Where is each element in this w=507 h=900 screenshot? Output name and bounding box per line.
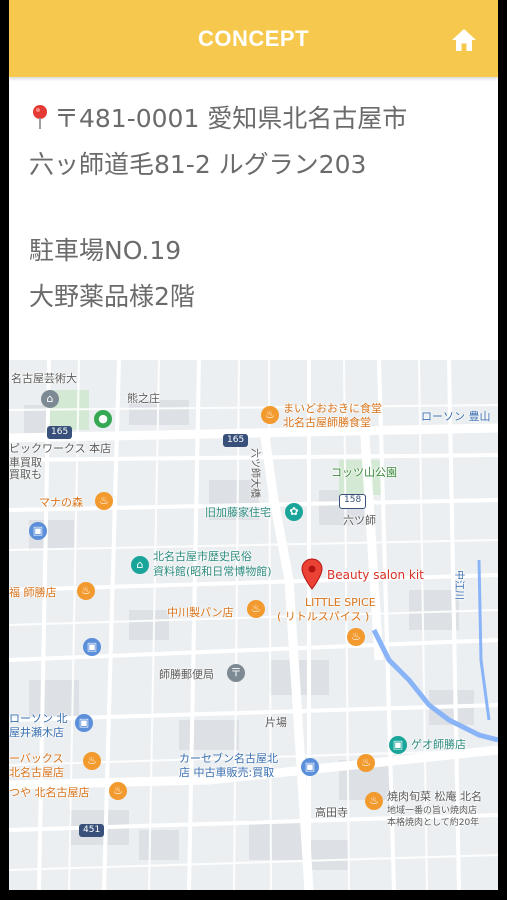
page-title: CONCEPT [197,26,310,51]
restaurant-icon[interactable]: ♨ [357,754,375,772]
shopping-bag-icon[interactable]: ▣ [29,522,47,540]
restaurant-icon[interactable]: ♨ [365,792,383,810]
map-pin-icon [29,100,51,129]
restaurant-icon[interactable]: ♨ [83,752,101,770]
map-label-spice-1: LITTLE SPICE [305,596,376,609]
app-screen: CONCEPT 〒481-0001 愛知県北名古屋市 六ッ師道毛81-2 ルグラ… [9,0,498,890]
map-label-yakiniku-3: 本格焼肉として約20年 [387,818,480,828]
map-label-mana: マナの森 [39,496,83,509]
red-map-marker-icon[interactable] [301,558,323,590]
route-shield-158: 158 [339,494,367,509]
map-label-yakiniku-1: 焼肉旬菜 松庵 北名 [387,790,482,803]
map-label-carseven-2: 店 中古車販売:買取 [179,766,275,779]
map-label-salon[interactable]: Beauty salon kit [327,568,424,582]
map-label-shikatsu-store: 福 師勝店 [9,586,57,599]
address-line-1: 〒481-0001 愛知県北名古屋市 [54,104,408,133]
app-header: CONCEPT [9,0,498,77]
map-label-takadaji: 高田寺 [315,806,348,819]
shopping-bag-icon[interactable]: ▣ [83,638,101,656]
restaurant-icon[interactable]: ♨ [109,782,127,800]
map-label-river: 中江川 [453,570,464,600]
map-label-rokutsushi: 六ツ師 [343,514,376,527]
map-label-post: 師勝郵便局 [159,668,214,681]
map-label-nakagawa: 中川製パン店 [167,606,234,619]
map-label-road: 六ツ師大橋 [249,448,260,498]
map-label-tsuya: つや 北名古屋店 [9,786,90,799]
map-label-katabou: 片場 [265,716,287,729]
restaurant-icon[interactable]: ♨ [77,582,95,600]
embedded-map[interactable]: 名古屋芸術大 ⌂ ● 熊之庄 ♨ まいどおおきに食堂 北名古屋師勝食堂 ローソン… [9,360,498,890]
restaurant-icon[interactable]: ♨ [247,600,265,618]
address-section: 〒481-0001 愛知県北名古屋市 六ッ師道毛81-2 ルグラン203 駐車場… [29,96,488,320]
route-shield-165b: 165 [223,434,249,447]
museum-icon[interactable]: ⌂ [131,556,149,574]
restaurant-icon[interactable]: ♨ [261,406,279,424]
shopping-bag-icon[interactable]: ▣ [75,714,93,732]
map-label-pickworks-sub2: 買取も [9,468,42,481]
map-label-geo: ゲオ師勝店 [411,738,466,751]
map-label-kumanosho: 熊之庄 [127,392,160,405]
route-shield-165a: 165 [47,426,73,439]
green-location-icon[interactable]: ● [94,410,112,428]
map-label-carseven-1: カーセブン名古屋北 [179,752,278,765]
building-info: 大野薬品様2階 [29,282,195,311]
shopping-bag-icon[interactable]: ▣ [389,736,407,754]
map-label-museum-2: 資料館(昭和日常博物館) [153,565,272,578]
map-label-museum-1: 北名古屋市歴史民俗 [153,550,252,563]
map-label-kotsuyama: コッツ山公園 [331,466,397,479]
map-label-katou: 旧加藤家住宅 [205,506,271,519]
shopping-bag-icon[interactable]: ▣ [301,758,319,776]
post-office-icon[interactable]: 〒 [227,664,245,682]
map-label-starbucks-2: 北名古屋店 [9,766,64,779]
address-line-2: 六ッ師道毛81-2 ルグラン203 [29,150,367,179]
parking-info: 駐車場NO.19 [29,236,182,265]
map-label-lawson-bottom-1: ローソン 北 [9,712,68,725]
park-icon[interactable]: ✿ [285,503,303,521]
home-icon[interactable] [449,26,479,54]
map-label-starbucks-1: ーバックス [9,752,64,765]
map-label-lawson-bottom-2: 屋井瀬木店 [9,726,64,739]
university-icon[interactable]: ⌂ [41,390,59,408]
map-label-spice-2: ( リトルスパイス ) [277,610,370,623]
map-label-pickworks: ピックワークス 本店 [9,442,112,455]
route-shield-451: 451 [79,824,105,837]
map-label-maidookini: まいどおおきに食堂 [283,402,382,415]
map-label-lawson-top: ローソン 豊山 [421,410,491,423]
restaurant-icon[interactable]: ♨ [95,492,113,510]
map-label-maidookini-sub: 北名古屋師勝食堂 [283,416,371,429]
map-label-art-univ: 名古屋芸術大 [11,372,77,385]
restaurant-icon[interactable]: ♨ [347,628,365,646]
